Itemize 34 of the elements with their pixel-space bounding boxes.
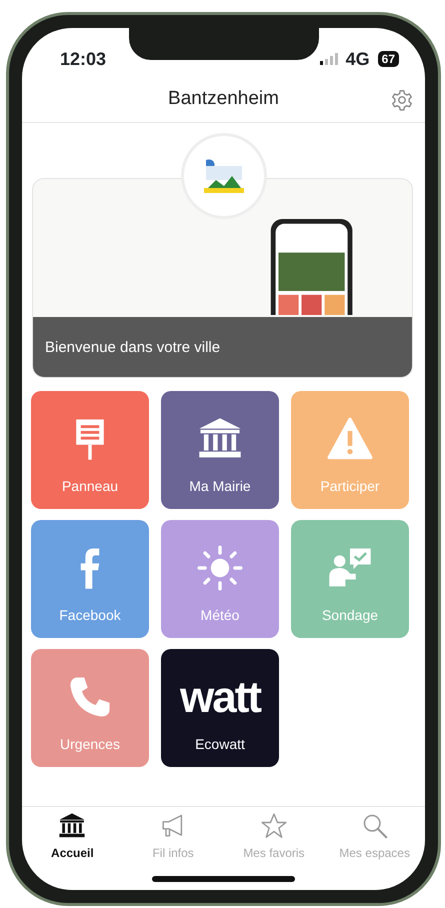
settings-icon <box>391 88 413 111</box>
menu-tile[interactable]: watt Ecowatt <box>161 649 279 767</box>
tile-label: Ecowatt <box>195 735 245 754</box>
tile-label: Sondage <box>322 606 378 625</box>
search-icon <box>360 812 389 840</box>
tile-label: Urgences <box>60 735 120 754</box>
menu-tile[interactable]: Sondage <box>291 520 409 638</box>
menu-tile[interactable]: Panneau <box>31 391 149 509</box>
settings-button[interactable] <box>391 88 413 112</box>
tile-label: Météo <box>200 606 240 625</box>
building-icon <box>58 812 86 840</box>
tile-label: Panneau <box>62 477 118 496</box>
signal-icon <box>320 53 338 65</box>
tab-item[interactable]: Mes espaces <box>324 811 425 868</box>
tile-label: Participer <box>320 477 380 496</box>
header-title: Bantzenheim <box>168 86 279 111</box>
tab-item[interactable]: Mes favoris <box>224 811 324 868</box>
menu-tile[interactable]: Ma Mairie <box>161 391 279 509</box>
tile-label: Facebook <box>59 606 121 625</box>
status-time: 12:03 <box>60 48 106 70</box>
menu-tile[interactable]: Météo <box>161 520 279 638</box>
menu-tile[interactable]: Facebook <box>31 520 149 638</box>
warning-icon <box>327 416 373 462</box>
tile-label: Ma Mairie <box>189 477 251 496</box>
ecowatt-logo: watt <box>180 676 260 720</box>
tab-item[interactable]: Accueil <box>22 811 123 868</box>
menu-tile[interactable]: Participer <box>291 391 409 509</box>
sun-icon <box>197 545 243 591</box>
tab-item[interactable]: Fil infos <box>122 811 224 868</box>
star-icon <box>260 812 288 840</box>
network-label: 4G <box>346 48 370 70</box>
menu-tile[interactable]: Urgences <box>31 649 149 767</box>
banner-caption: Bienvenue dans votre ville <box>33 317 412 377</box>
battery-level: 67 <box>378 51 399 67</box>
